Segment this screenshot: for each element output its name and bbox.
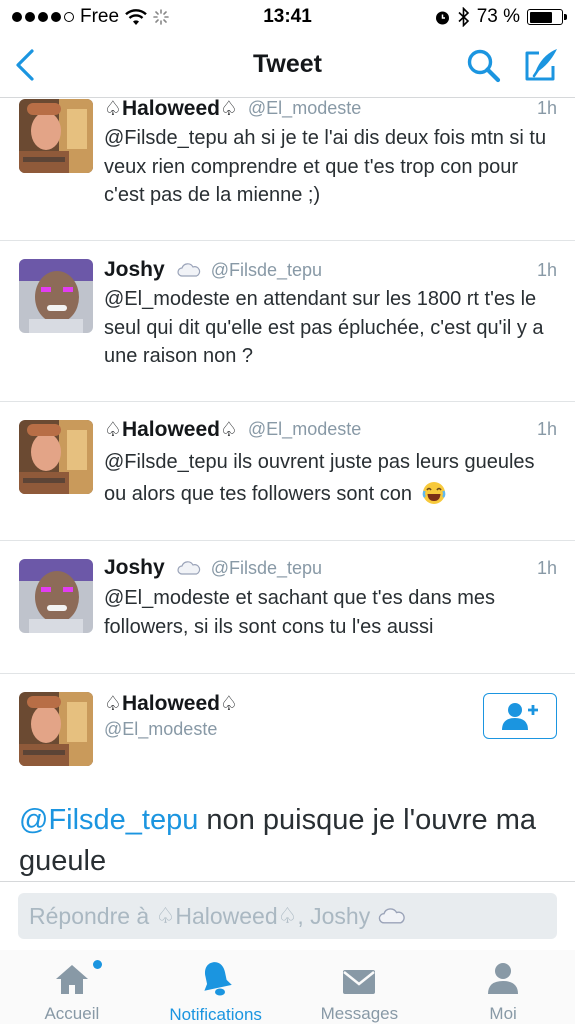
alarm-icon (435, 11, 449, 24)
tab-label: Notifications (169, 1005, 262, 1024)
compose-tweet-icon[interactable] (522, 46, 560, 84)
tab-messages[interactable]: Messages (288, 950, 432, 1024)
person-icon (488, 963, 519, 994)
author-name[interactable]: Joshy (104, 556, 165, 580)
tweet-text-body: @Filsde_tepu ils ouvrent juste pas leurs… (104, 451, 535, 505)
tweet-text: @El_modeste en attendant sur les 1800 rt… (104, 288, 544, 367)
cloud-icon (177, 561, 200, 575)
cloud-icon (379, 908, 405, 924)
main-author-row: ♤ Haloweed ♤ (104, 691, 238, 716)
tab-label: Moi (489, 1004, 517, 1023)
author-name[interactable]: Haloweed (122, 692, 220, 716)
reply-placeholder-prefix: Répondre à (29, 902, 156, 929)
tweet-time: 1h (536, 557, 557, 578)
tweet-item[interactable]: ♤ Haloweed ♤ @El_modeste 1h @Filsde_tepu… (0, 402, 575, 541)
tab-home[interactable]: Accueil (0, 950, 144, 1024)
follow-button[interactable] (483, 693, 557, 739)
battery-level (529, 11, 553, 23)
tweet-header: Joshy @Filsde_tepu 1h (104, 556, 557, 580)
avatar[interactable] (19, 420, 93, 494)
spade-icon: ♤ (104, 98, 122, 120)
spade-icon: ♤ (219, 98, 238, 120)
mention-link[interactable]: @Filsde_tepu (19, 804, 198, 836)
author-handle[interactable]: @Filsde_tepu (211, 260, 322, 281)
tweet-time: 1h (536, 98, 557, 118)
navigation-bar: Tweet (0, 34, 575, 98)
tab-label: Messages (320, 1004, 399, 1023)
tab-me-icon-wrap (486, 960, 520, 995)
tweet-item[interactable]: ♤ Haloweed ♤ @El_modeste 1h @Filsde_tepu… (0, 96, 575, 241)
tweet-time: 1h (536, 419, 557, 439)
tab-bar: Accueil Notifications Messages Moi (0, 950, 575, 1024)
search-icon[interactable] (466, 48, 502, 84)
reply-placeholder-rest: , Joshy (297, 902, 371, 929)
status-bar: Free 13:41 73 % (0, 0, 575, 34)
battery-icon (527, 9, 567, 25)
avatar[interactable] (19, 99, 93, 173)
tweet-item[interactable]: Joshy @Filsde_tepu 1h @El_modeste et sac… (0, 541, 575, 673)
spade-icon: ♤ (219, 419, 238, 441)
tweet-item[interactable]: Joshy @Filsde_tepu 1h @El_modeste en att… (0, 241, 575, 402)
tab-notifications-icon-wrap (200, 960, 232, 996)
laughing-emoji-icon (422, 482, 445, 504)
bell-icon (204, 962, 232, 996)
author-handle[interactable]: @El_modeste (248, 98, 361, 119)
avatar[interactable] (19, 259, 93, 333)
reply-placeholder-name: Haloweed (175, 902, 278, 929)
author-handle[interactable]: @Filsde_tepu (211, 558, 322, 579)
add-user-icon (502, 703, 538, 730)
tab-home-icon-wrap (54, 960, 102, 995)
envelope-icon (343, 970, 376, 994)
reply-bar: Répondre à ♤ Haloweed ♤ , Joshy (0, 881, 575, 949)
cloud-icon (177, 263, 200, 277)
avatar[interactable] (19, 559, 93, 633)
author-handle[interactable]: @El_modeste (104, 719, 217, 740)
avatar[interactable] (19, 692, 93, 766)
bluetooth-icon (458, 7, 469, 27)
home-icon (55, 965, 88, 994)
tweet-header: ♤ Haloweed ♤ @El_modeste 1h (104, 417, 557, 442)
tweet-header: ♤ Haloweed ♤ @El_modeste 1h (104, 96, 557, 121)
spade-icon: ♤ (104, 419, 122, 441)
tweet-text: @Filsde_tepu ah si je te l'ai dis deux f… (104, 127, 547, 206)
spade-icon: ♤ (155, 903, 176, 928)
spade-icon: ♤ (104, 693, 122, 715)
main-tweet-text: @Filsde_tepu non puisque je l'ouvre ma g… (19, 800, 555, 882)
tab-me[interactable]: Moi (431, 950, 575, 1024)
tweet-text: @El_modeste et sachant que t'es dans mes… (104, 587, 496, 638)
author-handle[interactable]: @El_modeste (248, 419, 361, 440)
tweet-header: Joshy @Filsde_tepu 1h (104, 258, 557, 282)
tab-label: Accueil (44, 1004, 100, 1023)
author-name[interactable]: Haloweed (122, 418, 220, 442)
status-right: 73 % (434, 6, 567, 28)
reply-input[interactable]: Répondre à ♤ Haloweed ♤ , Joshy (18, 893, 557, 939)
spade-icon: ♤ (277, 903, 298, 928)
tab-messages-icon-wrap (342, 960, 376, 995)
author-name[interactable]: Joshy (104, 258, 165, 282)
author-name[interactable]: Haloweed (122, 97, 220, 121)
spade-icon: ♤ (219, 693, 238, 715)
tweet-time: 1h (536, 259, 557, 280)
notification-dot (92, 960, 102, 969)
main-tweet: ♤ Haloweed ♤ @El_modeste @Filsde_tepu no… (0, 673, 575, 881)
tweet-text: @Filsde_tepu ils ouvrent juste pas leurs… (104, 446, 561, 510)
tab-notifications[interactable]: Notifications (144, 950, 288, 1024)
battery-percent: 73 % (476, 6, 520, 27)
